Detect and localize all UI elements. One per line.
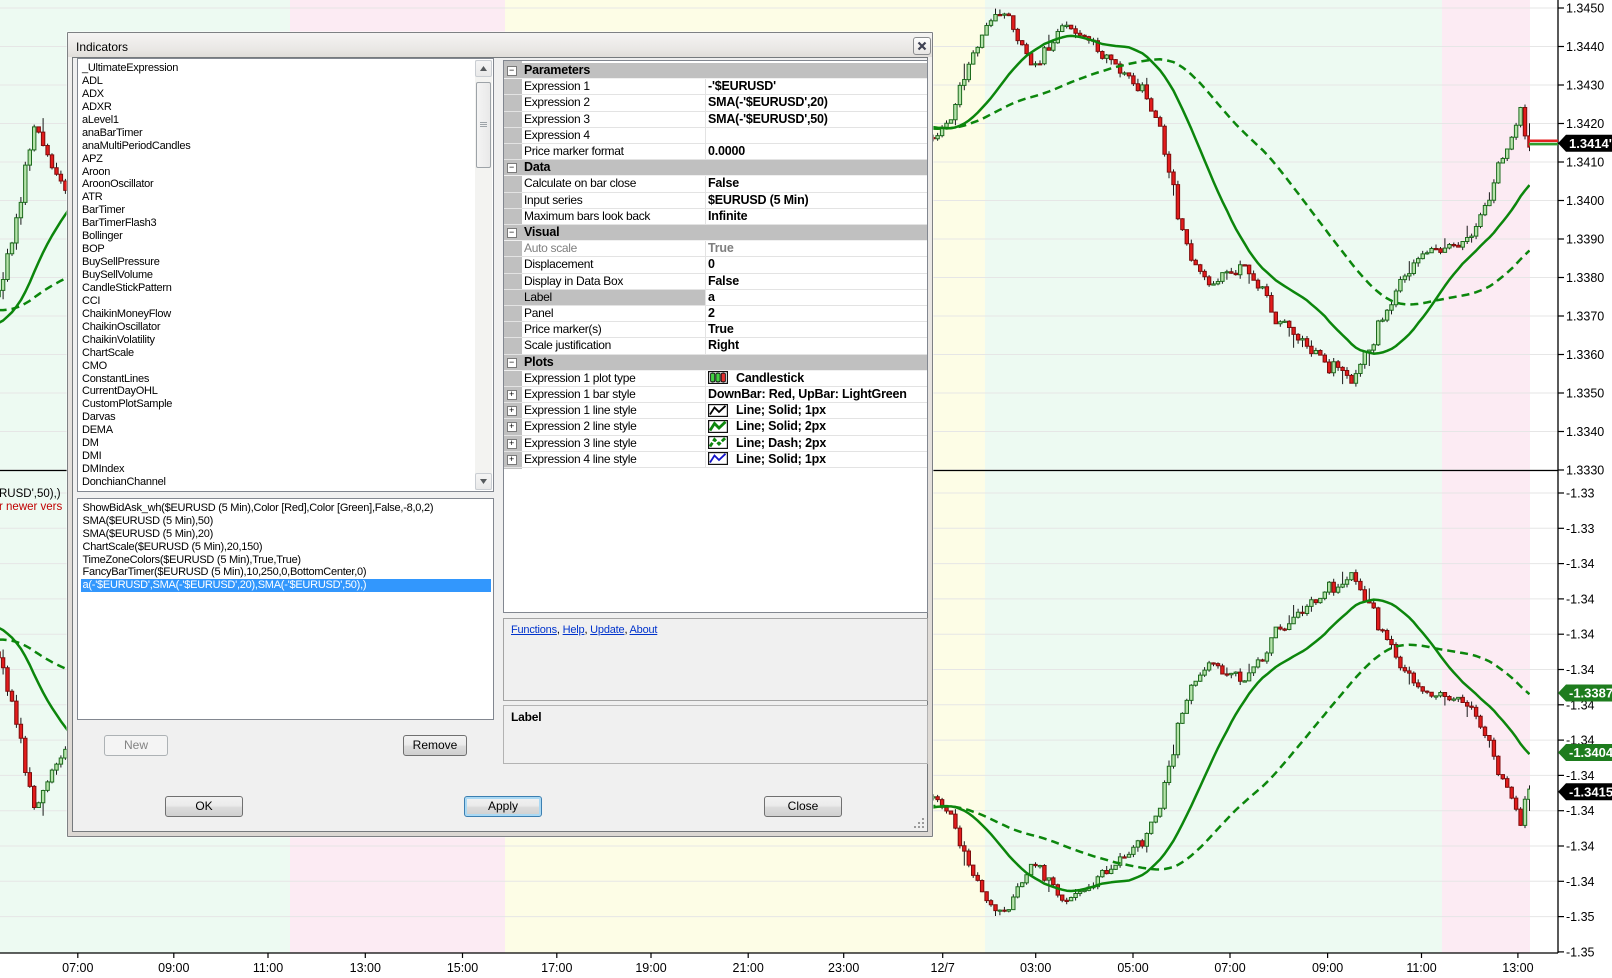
- svg-text:03:00: 03:00: [1020, 961, 1051, 975]
- svg-text:1.3380: 1.3380: [1566, 271, 1604, 285]
- svg-text:RUSD',50),): RUSD',50),): [0, 488, 61, 500]
- svg-text:09:00: 09:00: [158, 961, 189, 975]
- svg-text:1.3370: 1.3370: [1566, 310, 1604, 324]
- svg-text:-1.35: -1.35: [1566, 945, 1595, 959]
- svg-text:r newer vers: r newer vers: [0, 501, 63, 513]
- svg-text:12/7: 12/7: [931, 961, 955, 975]
- svg-text:11:00: 11:00: [253, 961, 283, 975]
- svg-text:1.3360: 1.3360: [1566, 348, 1604, 362]
- svg-text:1.3410: 1.3410: [1566, 156, 1604, 170]
- svg-text:1.3414'0: 1.3414'0: [1569, 136, 1612, 151]
- svg-text:15:00: 15:00: [447, 961, 478, 975]
- svg-text:1.3430: 1.3430: [1566, 79, 1604, 93]
- svg-text:23:00: 23:00: [828, 961, 859, 975]
- svg-text:-1.34: -1.34: [1566, 663, 1595, 677]
- svg-text:1.3390: 1.3390: [1566, 233, 1604, 247]
- svg-text:1.3440: 1.3440: [1566, 40, 1604, 54]
- svg-text:09:00: 09:00: [1312, 961, 1343, 975]
- svg-text:1.3340: 1.3340: [1566, 425, 1604, 439]
- svg-text:13:00: 13:00: [350, 961, 381, 975]
- svg-text:19:00: 19:00: [635, 961, 666, 975]
- svg-text:1.3450: 1.3450: [1566, 2, 1604, 16]
- svg-text:-1.34: -1.34: [1566, 557, 1595, 571]
- svg-text:-1.3387: -1.3387: [1569, 686, 1612, 701]
- svg-text:-1.34: -1.34: [1566, 769, 1595, 783]
- svg-text:11:00: 11:00: [1406, 961, 1436, 975]
- svg-text:-1.33: -1.33: [1566, 487, 1595, 501]
- svg-text:-1.34: -1.34: [1566, 875, 1595, 889]
- svg-text:-1.3415: -1.3415: [1569, 785, 1612, 800]
- svg-text:05:00: 05:00: [1117, 961, 1148, 975]
- svg-text:-1.34: -1.34: [1566, 840, 1595, 854]
- svg-text:1.3330: 1.3330: [1566, 464, 1604, 478]
- svg-text:-1.34: -1.34: [1566, 628, 1595, 642]
- svg-text:13:00: 13:00: [1502, 961, 1533, 975]
- svg-text:-1.35: -1.35: [1566, 910, 1595, 924]
- svg-text:1.3350: 1.3350: [1566, 387, 1604, 401]
- svg-text:1.3420: 1.3420: [1566, 117, 1604, 131]
- svg-text:-1.33: -1.33: [1566, 522, 1595, 536]
- svg-text:17:00: 17:00: [541, 961, 572, 975]
- svg-text:-1.34: -1.34: [1566, 804, 1595, 818]
- svg-text:-1.3404: -1.3404: [1569, 745, 1612, 760]
- svg-text:07:00: 07:00: [1214, 961, 1245, 975]
- svg-text:-1.34: -1.34: [1566, 592, 1595, 606]
- svg-text:21:00: 21:00: [733, 961, 764, 975]
- svg-text:1.3400: 1.3400: [1566, 194, 1604, 208]
- svg-text:07:00: 07:00: [62, 961, 93, 975]
